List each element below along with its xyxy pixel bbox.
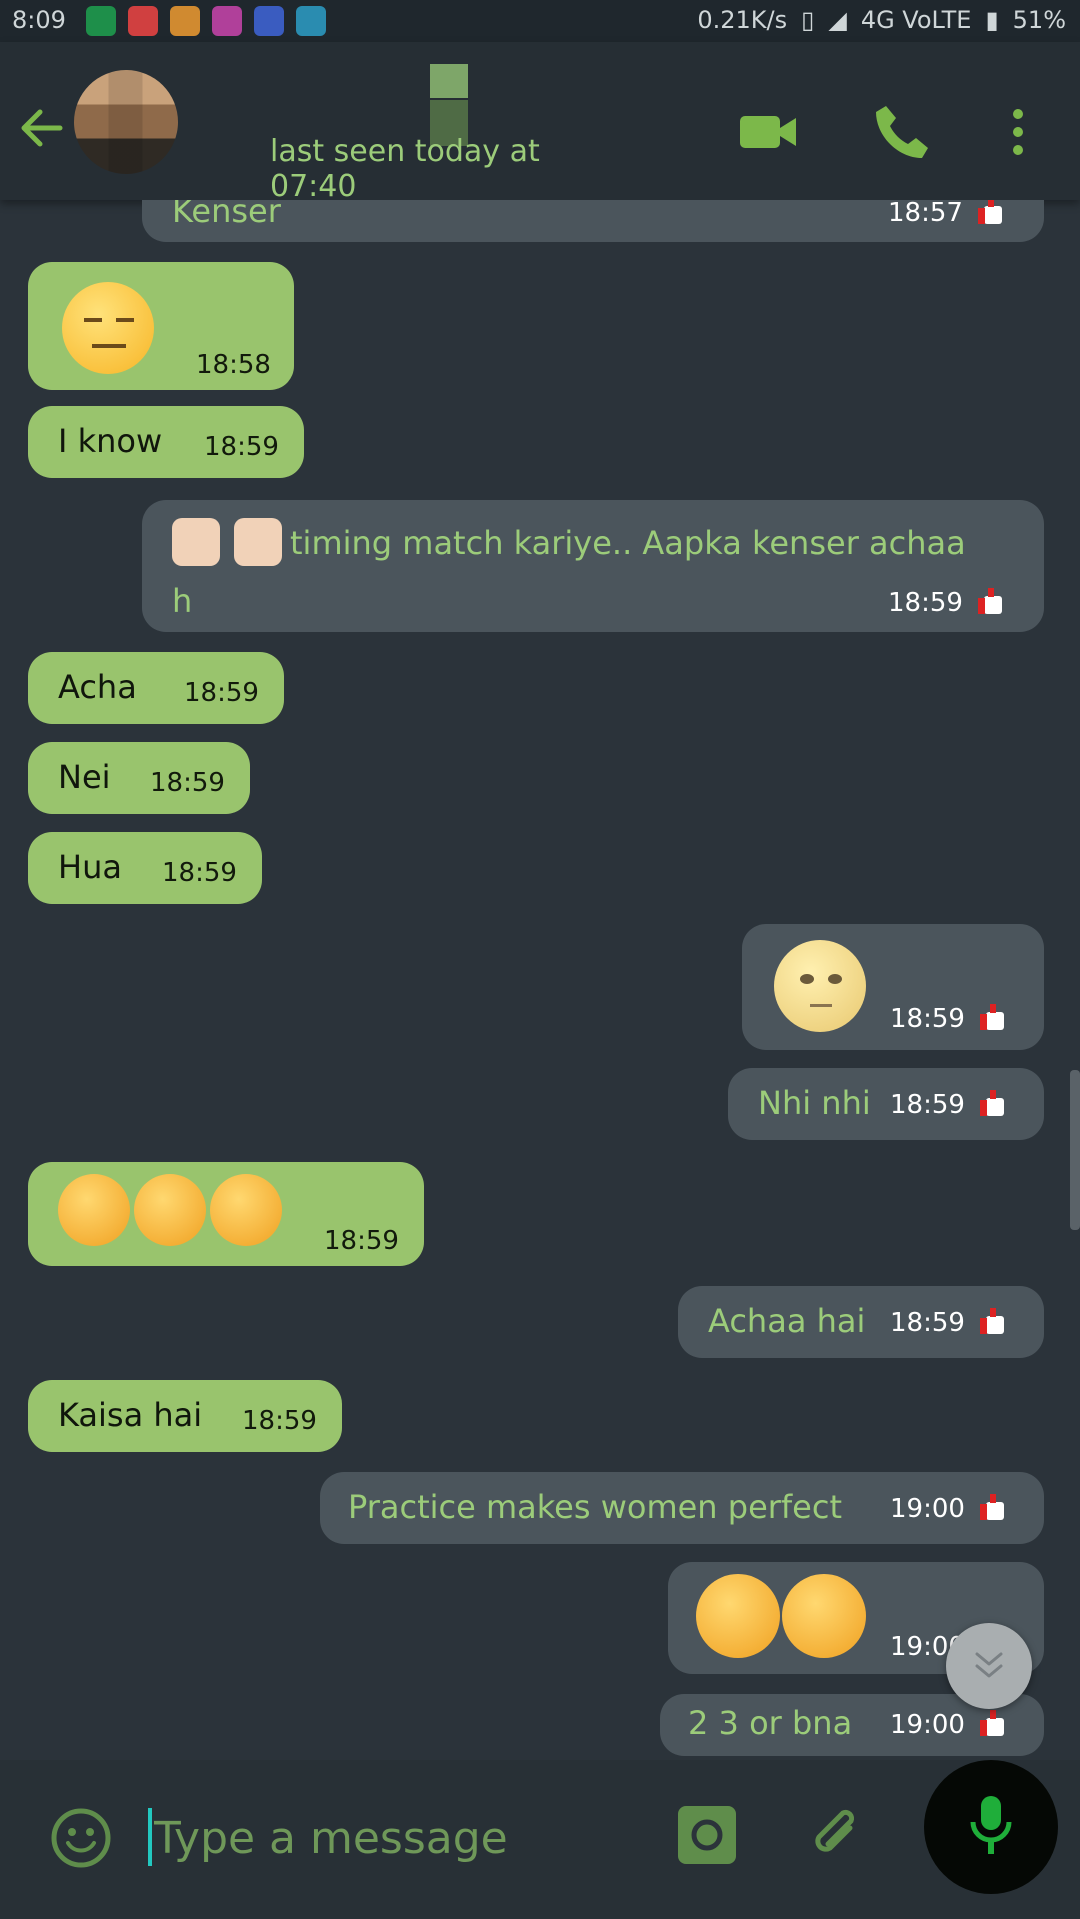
rolling-on-floor-laughing-icon [696,1574,780,1658]
app-notification-icon [128,6,158,36]
thumbs-up-tick-icon [980,1004,1004,1030]
battery-icon: ▮ [985,6,999,34]
camera-icon [691,1819,723,1851]
thumbs-up-tick-icon [980,1090,1004,1116]
message-text: Nei [58,758,111,796]
more-vert-icon[interactable] [998,100,1038,164]
notification-icons [86,6,326,36]
message-bubble-incoming[interactable]: Hua 18:59 [28,832,262,904]
message-bubble-incoming[interactable]: Acha 18:59 [28,652,284,724]
rolling-on-floor-laughing-icon [782,1574,866,1658]
message-bubble-incoming[interactable]: Kaisa hai 18:59 [28,1380,342,1452]
message-time: 18:59 [184,678,259,708]
message-time: 19:00 [890,1494,965,1524]
status-time: 8:09 [12,6,66,34]
voice-record-button[interactable] [924,1760,1058,1894]
expressionless-face-icon [62,282,154,374]
full-moon-face-icon [774,940,866,1032]
instagram-icon [212,6,242,36]
message-time: 18:59 [242,1406,317,1436]
message-bubble-incoming[interactable]: Nei 18:59 [28,742,250,814]
message-time: 18:59 [888,588,963,618]
back-arrow-icon[interactable] [14,100,70,156]
scroll-to-bottom-button[interactable] [946,1623,1032,1709]
message-text: timing match kariye.. Aapka kenser achaa [290,524,966,562]
message-text: Nhi nhi [758,1084,871,1122]
message-bubble-outgoing[interactable]: Practice makes women perfect 19:00 [320,1472,1044,1544]
message-text: 2 3 or bna [688,1704,853,1742]
message-text: Hua [58,848,122,886]
message-time: 18:59 [890,1004,965,1034]
message-bubble-outgoing[interactable]: timing match kariye.. Aapka kenser achaa… [142,500,1044,632]
paperclip-icon[interactable] [808,1806,868,1866]
message-text: Practice makes women perfect [348,1488,842,1526]
thumbs-up-tick-icon [978,200,1002,224]
double-chevron-down-icon [975,1652,1003,1678]
message-bubble-outgoing[interactable]: Kenser 18:57 [142,200,1044,242]
camera-button[interactable] [678,1806,736,1864]
message-text: Kenser [172,200,281,230]
message-text: Achaa hai [708,1302,866,1340]
message-bubble-outgoing[interactable]: 18:59 [742,924,1044,1050]
app-notification-icon [254,6,284,36]
sneezing-face-icon [58,1174,130,1246]
sneezing-face-icon [134,1174,206,1246]
mic-icon [970,1796,1012,1854]
message-input[interactable] [152,1805,656,1871]
thumbs-up-tick-icon [978,588,1002,614]
thumbs-up-tick-icon [980,1494,1004,1520]
battery-level: 51% [1012,6,1066,34]
message-bubble-incoming[interactable]: 18:58 [28,262,294,390]
message-time: 19:00 [890,1710,965,1740]
message-time: 18:58 [196,350,271,380]
message-time: 18:59 [324,1226,399,1256]
vibrate-icon: ▯ [801,6,815,34]
phone-icon[interactable] [870,100,934,164]
message-text: h [172,582,193,620]
message-time: 18:59 [162,858,237,888]
message-bubble-outgoing[interactable]: Achaa hai 18:59 [678,1286,1044,1358]
status-right: 0.21K/s ▯ ◢ 4G VoLTE ▮ 51% [697,6,1066,34]
sneezing-face-icon [210,1174,282,1246]
status-bar: 8:09 0.21K/s ▯ ◢ 4G VoLTE ▮ 51% [0,0,1080,42]
network-label: 4G VoLTE [860,6,972,34]
app-notification-icon [296,6,326,36]
message-bubble-outgoing[interactable]: Nhi nhi 18:59 [728,1068,1044,1140]
message-time: 18:57 [888,200,963,228]
message-text: I know [58,422,163,460]
message-time: 18:59 [204,432,279,462]
message-time: 18:59 [150,768,225,798]
message-list[interactable]: Kenser 18:57 18:58 I know 18:59 timing m… [0,200,1080,1760]
message-time: 18:59 [890,1308,965,1338]
message-bubble-incoming[interactable]: 18:59 [28,1162,424,1266]
app-notification-icon [86,6,116,36]
thumbs-up-icon [172,518,220,566]
message-time: 18:59 [890,1090,965,1120]
network-speed: 0.21K/s [697,6,788,34]
chat-header: last seen today at 07:40 [0,42,1080,204]
thumbs-up-icon [234,518,282,566]
app-notification-icon [170,6,200,36]
video-call-icon[interactable] [736,100,800,164]
thumbs-up-tick-icon [980,1308,1004,1334]
message-text: Acha [58,668,137,706]
message-bubble-incoming[interactable]: I know 18:59 [28,406,304,478]
message-text: Kaisa hai [58,1396,203,1434]
contact-avatar[interactable] [74,70,178,174]
last-seen-status: last seen today at 07:40 [270,134,540,204]
scrollbar[interactable] [1070,1070,1080,1230]
signal-icon: ◢ [828,6,847,34]
emoji-icon[interactable] [50,1807,112,1869]
thumbs-up-tick-icon [980,1710,1004,1736]
